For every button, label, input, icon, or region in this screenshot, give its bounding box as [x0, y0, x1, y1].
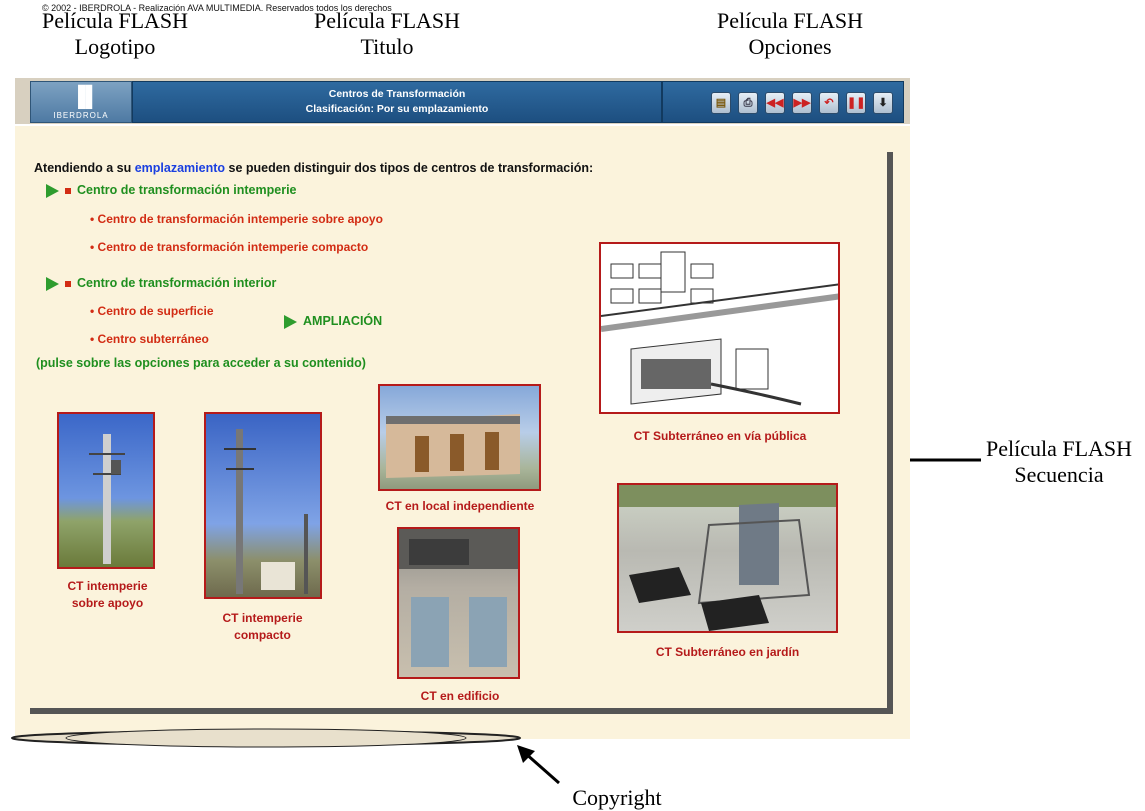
page-title: Centros de Transformación: [328, 88, 466, 100]
caption-apoyo-line1: CT intemperie: [67, 579, 148, 593]
caption-ct-intemperie-apoyo: CT intemperie sobre apoyo: [50, 578, 165, 612]
caption-ct-intemperie-compacto: CT intemperie compacto: [200, 610, 325, 644]
bullet-icon: [65, 187, 71, 194]
caption-ct-subterraneo-jardin: CT Subterráneo en jardín: [655, 645, 800, 659]
photo-ct-subterraneo-via-publica[interactable]: [599, 242, 840, 414]
back-icon[interactable]: ↶: [819, 92, 839, 114]
photo-ct-intemperie-compacto[interactable]: [204, 412, 322, 599]
pole-icon: [89, 434, 125, 564]
document-icon[interactable]: ▤: [711, 92, 731, 114]
annotation-options: Película FLASH Opciones: [690, 8, 890, 60]
option-superficie[interactable]: • Centro de superficie: [90, 304, 214, 318]
title-bar: Centros de Transformación Clasificación:…: [132, 81, 662, 123]
hint-text: (pulse sobre las opciones para acceder a…: [36, 356, 366, 370]
intro-text: Atendiendo a su emplazamiento se pueden …: [34, 161, 593, 175]
caption-apoyo-line2: sobre apoyo: [71, 596, 144, 610]
play-icon: [46, 276, 59, 291]
copyright-text: © 2002 - IBERDROLA - Realización AVA MUL…: [42, 3, 392, 13]
logo-text: IBERDROLA: [53, 111, 109, 120]
fast-forward-icon[interactable]: ▶▶: [792, 92, 812, 114]
caption-compacto-line1: CT intemperie: [222, 611, 303, 625]
group1-title[interactable]: Centro de transformación intemperie: [46, 183, 297, 198]
copyright-arrow-icon: [517, 745, 560, 785]
intro-before: Atendiendo a su: [34, 161, 135, 175]
photo-ct-intemperie-apoyo[interactable]: [57, 412, 155, 569]
photo-ct-local-independiente[interactable]: [378, 384, 541, 491]
logo[interactable]: ▐▌ IBERDROLA: [30, 81, 132, 123]
play-icon: [284, 314, 297, 329]
option-intemperie-compacto[interactable]: • Centro de transformación intemperie co…: [90, 240, 368, 254]
caption-ct-local-independiente: CT en local independiente: [385, 499, 535, 513]
down-icon[interactable]: ⬇: [873, 92, 893, 114]
pause-icon[interactable]: ❚❚: [846, 92, 866, 114]
ampliacion-label: AMPLIACIÓN: [303, 314, 383, 328]
intro-after: se pueden distinguir dos tipos de centro…: [225, 161, 594, 175]
annotation-copyright: Copyright: [562, 785, 672, 811]
page-subtitle: Clasificación: Por su emplazamiento: [305, 103, 489, 115]
option-subterraneo[interactable]: • Centro subterráneo: [90, 332, 209, 346]
options-bar: ▤ ⎙ ◀◀ ▶▶ ↶ ❚❚ ⬇: [662, 81, 904, 123]
header-bar: ▐▌ IBERDROLA Centros de Transformación C…: [15, 78, 910, 124]
annotation-logo-line2: Logotipo: [74, 34, 156, 59]
caption-ct-subterraneo-via-publica: CT Subterráneo en vía pública: [633, 429, 807, 443]
group1-label: Centro de transformación intemperie: [77, 183, 297, 197]
rewind-icon[interactable]: ◀◀: [765, 92, 785, 114]
photo-ct-subterraneo-jardin[interactable]: [617, 483, 838, 633]
group2-label: Centro de transformación interior: [77, 276, 277, 290]
caption-compacto-line2: compacto: [234, 628, 291, 642]
annotation-sequence-line2: Secuencia: [1014, 462, 1104, 487]
annotation-options-line1: Película FLASH: [716, 8, 864, 33]
play-icon: [46, 183, 59, 198]
photo-ct-edificio[interactable]: [397, 527, 520, 679]
ampliacion-link[interactable]: AMPLIACIÓN: [284, 314, 382, 329]
jardin-icon: [619, 485, 836, 631]
building-icon: [386, 414, 520, 478]
edificio-icon: [399, 529, 518, 667]
annotation-options-line2: Opciones: [748, 34, 832, 59]
caption-ct-edificio: CT en edificio: [420, 689, 500, 703]
annotation-sequence: Película FLASH Secuencia: [984, 436, 1134, 488]
annotation-logo: Película FLASH Logotipo: [20, 8, 210, 60]
underground-diagram-icon: [601, 251, 838, 406]
print-icon[interactable]: ⎙: [738, 92, 758, 114]
group2-title[interactable]: Centro de transformación interior: [46, 276, 276, 291]
intro-keyword: emplazamiento: [134, 161, 226, 175]
annotation-title-line2: Titulo: [360, 34, 414, 59]
iberdrola-logo-icon: ▐▌: [71, 86, 100, 108]
annotation-title: Película FLASH Titulo: [282, 8, 492, 60]
annotation-copyright-text: Copyright: [572, 785, 662, 810]
copyright-bar: [11, 728, 521, 748]
bullet-icon: [65, 280, 71, 287]
option-intemperie-apoyo[interactable]: • Centro de transformación intemperie so…: [90, 212, 383, 226]
pole-compacto-icon: [224, 429, 308, 594]
annotation-sequence-line1: Película FLASH: [985, 436, 1133, 461]
